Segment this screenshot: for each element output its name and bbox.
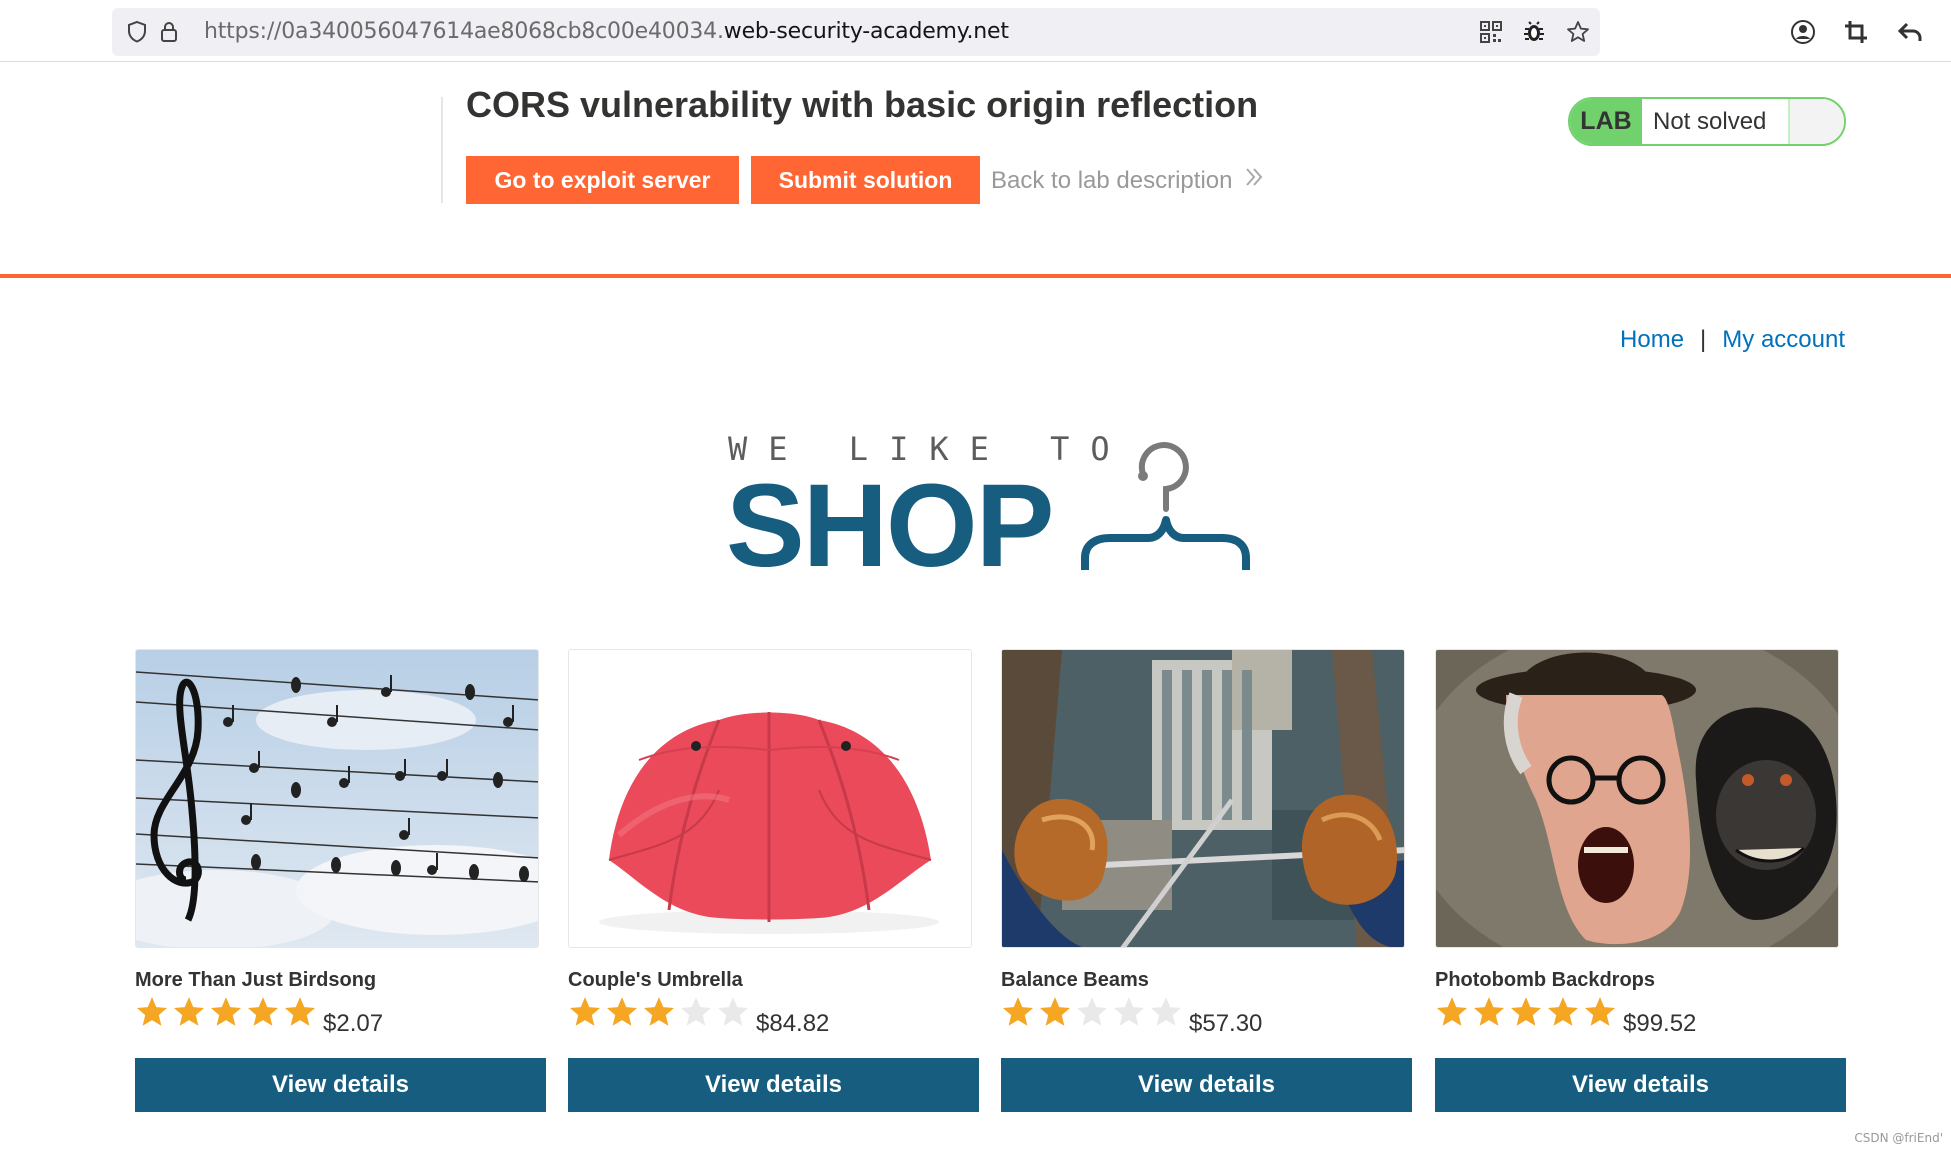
star-empty-icon bbox=[1150, 997, 1182, 1026]
lock-icon[interactable] bbox=[157, 20, 181, 44]
product-grid: More Than Just Birdsong $2.07 View detai… bbox=[135, 649, 1846, 1119]
product-price: $2.07 bbox=[323, 1010, 384, 1037]
product-rating bbox=[1435, 995, 1617, 1029]
submit-solution-button[interactable]: Submit solution bbox=[751, 156, 980, 204]
star-filled-icon bbox=[284, 997, 316, 1026]
star-filled-icon bbox=[173, 997, 205, 1026]
address-bar[interactable]: https://0a340056047614ae8068cb8c00e40034… bbox=[112, 8, 1600, 56]
star-filled-icon bbox=[1584, 997, 1616, 1026]
top-nav: Home | My account bbox=[1620, 326, 1845, 354]
shield-icon[interactable] bbox=[125, 20, 149, 44]
product-name: Couple's Umbrella bbox=[568, 969, 743, 991]
star-filled-icon bbox=[1547, 997, 1579, 1026]
url-text[interactable]: https://0a340056047614ae8068cb8c00e40034… bbox=[204, 19, 1009, 44]
view-details-button[interactable]: View details bbox=[1001, 1058, 1412, 1112]
product-price: $99.52 bbox=[1623, 1010, 1697, 1037]
star-filled-icon bbox=[1039, 997, 1071, 1026]
star-filled-icon bbox=[569, 997, 601, 1026]
product-name: Balance Beams bbox=[1001, 969, 1149, 991]
shop-logo: WE LIKE TO SHOP bbox=[726, 420, 1256, 592]
view-details-button[interactable]: View details bbox=[135, 1058, 546, 1112]
home-link[interactable]: Home bbox=[1620, 326, 1684, 354]
star-filled-icon bbox=[1473, 997, 1505, 1026]
watermark: CSDN @friEnd' bbox=[1854, 1131, 1943, 1145]
star-empty-icon bbox=[1076, 997, 1108, 1026]
lab-status-toggle bbox=[1790, 99, 1844, 144]
lab-status-text: Not solved bbox=[1642, 99, 1790, 144]
header-divider bbox=[441, 97, 443, 203]
my-account-link[interactable]: My account bbox=[1722, 326, 1845, 354]
back-to-description-link[interactable]: Back to lab description bbox=[991, 166, 1264, 195]
double-chevron-right-icon bbox=[1244, 166, 1264, 195]
exploit-server-button[interactable]: Go to exploit server bbox=[466, 156, 739, 204]
url-prefix: https://0a340056047614ae8068cb8c00e40034… bbox=[204, 19, 724, 44]
product-price: $84.82 bbox=[756, 1010, 830, 1037]
product-image[interactable] bbox=[568, 649, 972, 948]
view-details-button[interactable]: View details bbox=[568, 1058, 979, 1112]
star-filled-icon bbox=[643, 997, 675, 1026]
bug-icon[interactable] bbox=[1522, 20, 1546, 44]
star-filled-icon bbox=[1510, 997, 1542, 1026]
back-link-label: Back to lab description bbox=[991, 166, 1233, 194]
product-image[interactable] bbox=[1001, 649, 1405, 948]
product-rating bbox=[135, 995, 317, 1029]
qr-code-icon[interactable] bbox=[1479, 20, 1503, 44]
star-filled-icon bbox=[247, 997, 279, 1026]
bookmark-star-icon[interactable] bbox=[1566, 20, 1590, 44]
lab-header: CORS vulnerability with basic origin ref… bbox=[0, 62, 1951, 278]
star-empty-icon bbox=[717, 997, 749, 1026]
crop-icon[interactable] bbox=[1843, 19, 1869, 45]
product-rating bbox=[1001, 995, 1183, 1029]
product-image[interactable] bbox=[1435, 649, 1839, 948]
hanger-icon bbox=[1081, 442, 1250, 570]
star-filled-icon bbox=[1436, 997, 1468, 1026]
account-icon[interactable] bbox=[1790, 19, 1816, 45]
url-domain: web-security-academy.net bbox=[723, 19, 1009, 44]
product-image[interactable] bbox=[135, 649, 539, 948]
product-price: $57.30 bbox=[1189, 1010, 1263, 1037]
star-empty-icon bbox=[680, 997, 712, 1026]
logo-word: SHOP bbox=[726, 460, 1054, 592]
back-arrow-icon[interactable] bbox=[1897, 19, 1923, 45]
nav-separator: | bbox=[1700, 326, 1707, 353]
star-filled-icon bbox=[1002, 997, 1034, 1026]
view-details-button[interactable]: View details bbox=[1435, 1058, 1846, 1112]
browser-toolbar: https://0a340056047614ae8068cb8c00e40034… bbox=[0, 0, 1951, 62]
lab-title: CORS vulnerability with basic origin ref… bbox=[466, 84, 1259, 125]
lab-status-widget: LAB Not solved bbox=[1568, 97, 1846, 146]
star-filled-icon bbox=[210, 997, 242, 1026]
star-filled-icon bbox=[136, 997, 168, 1026]
product-name: Photobomb Backdrops bbox=[1435, 969, 1656, 991]
lab-badge: LAB bbox=[1570, 99, 1642, 144]
product-name: More Than Just Birdsong bbox=[135, 969, 377, 991]
star-empty-icon bbox=[1113, 997, 1145, 1026]
product-rating bbox=[568, 995, 750, 1029]
star-filled-icon bbox=[606, 997, 638, 1026]
